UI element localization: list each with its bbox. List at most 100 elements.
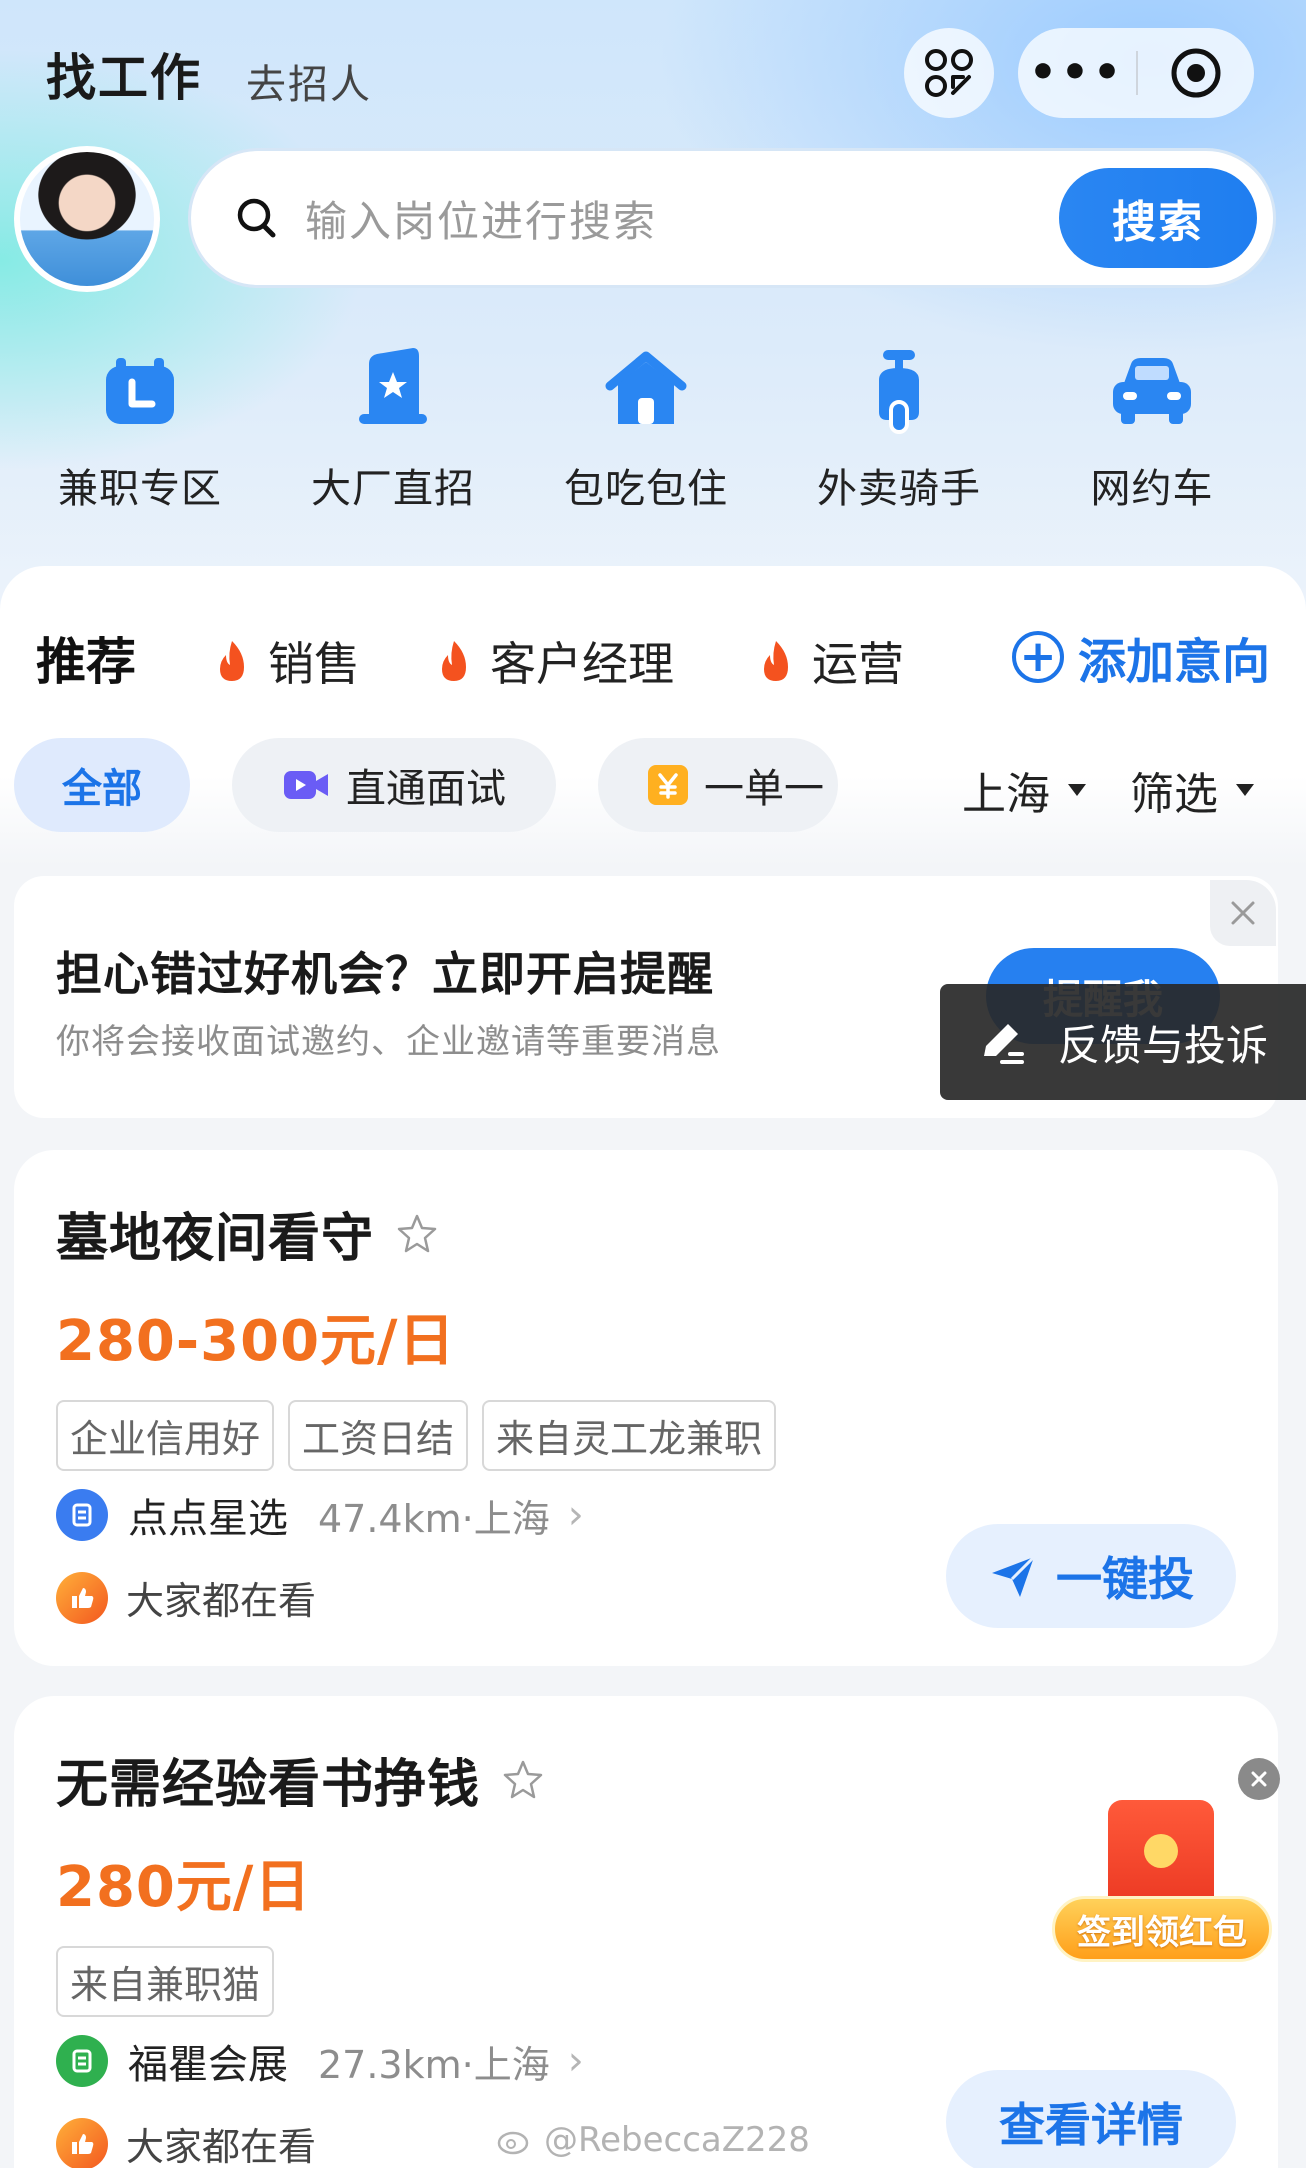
close-icon (1231, 901, 1255, 925)
send-icon (992, 1555, 1036, 1597)
plus-circle-icon: + (1012, 631, 1064, 683)
company-row[interactable]: 福瞿会展 27.3km·上海 › (56, 2032, 584, 2090)
search-bar[interactable]: 输入岗位进行搜索 搜索 (188, 148, 1276, 288)
caret-down-icon (1068, 784, 1086, 796)
avatar-image (20, 152, 154, 286)
category-delivery-rider[interactable]: 外卖骑手 (789, 340, 1009, 514)
job-title: 墓地夜间看守 (56, 1196, 438, 1271)
star-building-icon (343, 340, 443, 440)
filter-bar: 全部 直通面试 一单一 上海 筛选 (0, 738, 1306, 834)
company-logo-icon (56, 2035, 108, 2087)
search-input[interactable]: 输入岗位进行搜索 (305, 188, 1059, 249)
pen-icon (984, 1024, 1024, 1064)
caret-down-icon (1236, 784, 1254, 796)
reminder-close-button[interactable] (1210, 880, 1276, 946)
popularity-label: 大家都在看 (126, 2125, 317, 2168)
job-tag: 工资日结 (288, 1400, 469, 1471)
popularity-row: 大家都在看 (56, 1570, 316, 1625)
chevron-right-icon: › (567, 2038, 584, 2084)
house-icon (596, 340, 696, 440)
watermark: @RebeccaZ228 (496, 2120, 810, 2160)
tab-sales[interactable]: 销售 (214, 628, 360, 694)
company-distance: 47.4km·上海 (318, 1496, 550, 1541)
category-label: 外卖骑手 (817, 466, 981, 512)
intent-tabs: 推荐 销售 客户经理 运营 + 添加意向 (0, 600, 1306, 710)
reminder-description: 你将会接收面试邀约、企业邀请等重要消息 (56, 1022, 721, 1062)
filter-chip-all[interactable]: 全部 (14, 738, 190, 832)
job-title: 无需经验看书挣钱 (56, 1742, 544, 1817)
tab-account-manager[interactable]: 客户经理 (436, 628, 674, 694)
flame-icon (764, 641, 788, 681)
job-tag: 来自灵工龙兼职 (482, 1400, 777, 1471)
video-icon (284, 771, 328, 799)
category-part-time[interactable]: 兼职专区 (30, 340, 250, 514)
add-intent-label: 添加意向 (1078, 634, 1271, 690)
job-salary: 280-300元/日 (56, 1309, 456, 1374)
view-details-button[interactable]: 查看详情 (946, 2070, 1236, 2168)
category-room-board[interactable]: 包吃包住 (536, 340, 756, 514)
popularity-row: 大家都在看 (56, 2116, 316, 2168)
chip-label: 全部 (62, 766, 142, 812)
red-packet-close-button[interactable] (1238, 1758, 1280, 1800)
reminder-title: 担心错过好机会？立即开启提醒 (56, 947, 714, 1001)
more-icon: ••• (1028, 47, 1126, 98)
job-title-text: 无需经验看书挣钱 (56, 1755, 481, 1815)
tab-recruit[interactable]: 去招人 (246, 52, 372, 110)
add-intent-button[interactable]: + 添加意向 (1012, 622, 1270, 692)
car-icon (1102, 340, 1202, 440)
clock-icon (90, 340, 190, 440)
search-button[interactable]: 搜索 (1059, 168, 1257, 268)
job-card[interactable]: 墓地夜间看守 280-300元/日 企业信用好 工资日结 来自灵工龙兼职 点点星… (14, 1150, 1278, 1666)
category-ride-hailing[interactable]: 网约车 (1042, 340, 1262, 514)
red-packet-label: 签到领红包 (1052, 1896, 1272, 1962)
filter-label: 筛选 (1130, 769, 1218, 820)
city-select[interactable]: 上海 (962, 758, 1086, 822)
flame-icon (442, 641, 466, 681)
tab-label: 销售 (268, 637, 360, 691)
close-icon (1251, 1771, 1267, 1787)
tab-label: 客户经理 (490, 637, 674, 691)
category-big-company[interactable]: 大厂直招 (283, 340, 503, 514)
target-icon (1171, 48, 1221, 98)
job-salary: 280元/日 (56, 1855, 312, 1920)
job-title-text: 墓地夜间看守 (56, 1209, 375, 1269)
feedback-complaint-button[interactable]: 反馈与投诉 (940, 984, 1306, 1100)
city-label: 上海 (962, 769, 1050, 820)
tab-find-job[interactable]: 找工作 (46, 38, 202, 110)
feedback-label: 反馈与投诉 (1058, 1020, 1269, 1070)
filter-chip-direct-interview[interactable]: 直通面试 (232, 738, 556, 832)
yuan-icon (648, 765, 688, 805)
close-mini-program-button[interactable] (1138, 46, 1254, 100)
sign-in-red-packet[interactable]: 签到领红包 (1052, 1800, 1272, 1970)
scan-icon (925, 49, 973, 97)
favorite-star-icon[interactable] (396, 1213, 438, 1255)
details-label: 查看详情 (999, 2098, 1183, 2152)
category-label: 网约车 (1090, 466, 1214, 512)
job-tags: 来自兼职猫 (56, 1946, 275, 2017)
chip-label: 直通面试 (346, 766, 506, 812)
apply-label: 一键投 (1056, 1552, 1194, 1606)
chevron-right-icon: › (567, 1492, 584, 1538)
category-label: 大厂直招 (311, 466, 475, 512)
one-click-apply-button[interactable]: 一键投 (946, 1524, 1236, 1628)
scooter-icon (849, 340, 949, 440)
weibo-icon (497, 2131, 529, 2155)
company-distance: 27.3km·上海 (318, 2042, 550, 2087)
favorite-star-icon[interactable] (502, 1759, 544, 1801)
company-row[interactable]: 点点星选 47.4km·上海 › (56, 1486, 584, 1544)
avatar[interactable] (14, 146, 160, 292)
company-name: 点点星选 (128, 1496, 288, 1542)
watermark-text: @RebeccaZ228 (544, 2120, 810, 2160)
filter-chip-per-order[interactable]: 一单一 (598, 738, 838, 832)
company-logo-icon (56, 1489, 108, 1541)
company-name: 福瞿会展 (128, 2042, 288, 2088)
tab-recommend[interactable]: 推荐 (36, 622, 136, 694)
envelope-seal (1144, 1834, 1178, 1868)
job-tag: 企业信用好 (56, 1400, 275, 1471)
thumbs-up-icon (56, 1571, 108, 1624)
scan-button[interactable] (904, 28, 994, 118)
filter-select[interactable]: 筛选 (1130, 758, 1254, 822)
tab-operations[interactable]: 运营 (758, 628, 904, 694)
more-button[interactable]: ••• (1018, 51, 1136, 95)
job-tags: 企业信用好 工资日结 来自灵工龙兼职 (56, 1400, 777, 1471)
